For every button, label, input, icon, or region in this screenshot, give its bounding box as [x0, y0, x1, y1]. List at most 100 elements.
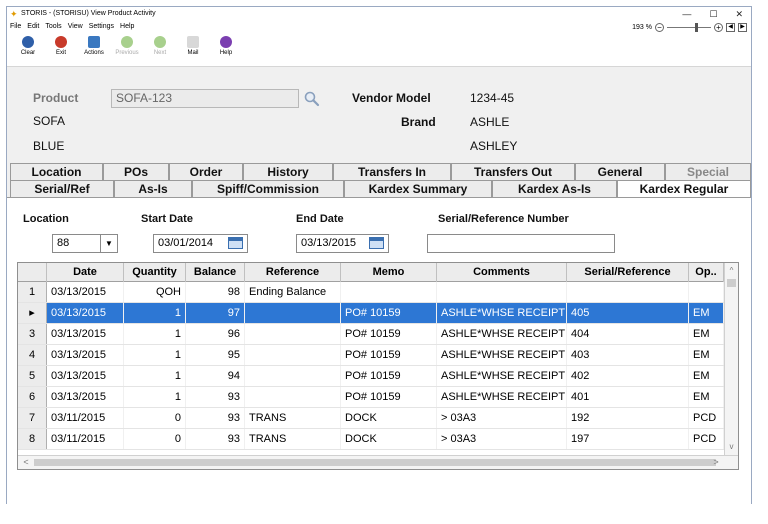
cell-op[interactable]: EM [689, 387, 724, 407]
menu-view[interactable]: View [68, 21, 83, 33]
tab-kardex-regular[interactable]: Kardex Regular [617, 180, 751, 198]
cell-memo[interactable]: DOCK [341, 429, 437, 449]
menu-file[interactable]: File [10, 21, 21, 33]
vertical-scrollbar[interactable]: ^ v [724, 263, 738, 455]
cell-op[interactable]: EM [689, 324, 724, 344]
column-header-op[interactable]: Op.. [689, 263, 724, 282]
tab-general[interactable]: General [575, 163, 665, 180]
cell-date[interactable]: 03/13/2015 [47, 303, 124, 323]
tab-transfers-in[interactable]: Transfers In [333, 163, 451, 180]
tab-spiff-commission[interactable]: Spiff/Commission [192, 180, 344, 197]
scroll-left-icon[interactable]: < [20, 456, 32, 469]
cell-memo[interactable]: PO# 10159 [341, 324, 437, 344]
cell-op[interactable]: EM [689, 366, 724, 386]
calendar-icon[interactable] [228, 237, 243, 249]
cell-reference[interactable] [245, 366, 341, 386]
tab-special[interactable]: Special [665, 163, 751, 180]
table-row[interactable]: 7 03/11/2015 0 93 TRANS DOCK > 03A3 192 … [18, 408, 724, 429]
cell-quantity[interactable]: 1 [124, 345, 186, 365]
column-header-balance[interactable]: Balance [186, 263, 245, 282]
mail-button[interactable]: Mail [176, 36, 210, 56]
cell-balance[interactable]: 95 [186, 345, 245, 365]
menu-settings[interactable]: Settings [89, 21, 114, 33]
tab-kardex-summary[interactable]: Kardex Summary [344, 180, 492, 197]
cell-serial-reference[interactable]: 192 [567, 408, 689, 428]
row-header[interactable]: 7 [18, 408, 47, 428]
nav-next-button[interactable]: ▶ [738, 23, 747, 32]
zoom-slider[interactable] [667, 23, 711, 32]
cell-memo[interactable]: PO# 10159 [341, 303, 437, 323]
row-header[interactable]: 5 [18, 366, 47, 386]
cell-comments[interactable]: ASHLE*WHSE RECEIPT [437, 366, 567, 386]
cell-date[interactable]: 03/13/2015 [47, 387, 124, 407]
cell-balance[interactable]: 98 [186, 282, 245, 302]
clear-button[interactable]: Clear [11, 36, 45, 56]
cell-quantity[interactable]: 1 [124, 387, 186, 407]
cell-balance[interactable]: 96 [186, 324, 245, 344]
scroll-up-icon[interactable]: ^ [725, 265, 738, 277]
cell-serial-reference[interactable]: 403 [567, 345, 689, 365]
horizontal-scroll-thumb[interactable] [34, 459, 716, 466]
column-header-serial-reference[interactable]: Serial/Reference [567, 263, 689, 282]
column-header-reference[interactable]: Reference [245, 263, 341, 282]
cell-balance[interactable]: 93 [186, 429, 245, 449]
row-header[interactable]: 1 [18, 282, 47, 302]
zoom-out-button[interactable]: − [655, 23, 664, 32]
vertical-scroll-thumb[interactable] [727, 279, 736, 287]
search-icon[interactable] [303, 90, 321, 108]
cell-serial-reference[interactable]: 405 [567, 303, 689, 323]
cell-reference[interactable] [245, 324, 341, 344]
tab-order[interactable]: Order [169, 163, 243, 180]
tab-pos[interactable]: POs [103, 163, 169, 180]
cell-comments[interactable]: ASHLE*WHSE RECEIPT [437, 387, 567, 407]
cell-reference[interactable] [245, 303, 341, 323]
cell-date[interactable]: 03/13/2015 [47, 282, 124, 302]
cell-date[interactable]: 03/11/2015 [47, 408, 124, 428]
horizontal-scrollbar[interactable]: < > [18, 455, 738, 469]
cell-reference[interactable] [245, 345, 341, 365]
cell-balance[interactable]: 97 [186, 303, 245, 323]
cell-memo[interactable]: PO# 10159 [341, 366, 437, 386]
minimize-button[interactable]: — [682, 7, 691, 21]
cell-serial-reference[interactable]: 197 [567, 429, 689, 449]
column-header-quantity[interactable]: Quantity [124, 263, 186, 282]
row-header[interactable]: 3 [18, 324, 47, 344]
row-header[interactable]: 4 [18, 345, 47, 365]
cell-serial-reference[interactable]: 404 [567, 324, 689, 344]
cell-memo[interactable]: PO# 10159 [341, 387, 437, 407]
cell-comments[interactable]: ASHLE*WHSE RECEIPT [437, 324, 567, 344]
cell-date[interactable]: 03/13/2015 [47, 366, 124, 386]
table-row[interactable]: 6 03/13/2015 1 93 PO# 10159 ASHLE*WHSE R… [18, 387, 724, 408]
table-row[interactable]: 3 03/13/2015 1 96 PO# 10159 ASHLE*WHSE R… [18, 324, 724, 345]
table-row-selected[interactable]: ▸ 03/13/2015 1 97 PO# 10159 ASHLE*WHSE R… [18, 303, 724, 324]
tab-serial-ref[interactable]: Serial/Ref [10, 180, 114, 197]
nav-prev-button[interactable]: ◀ [726, 23, 735, 32]
cell-date[interactable]: 03/13/2015 [47, 345, 124, 365]
menu-tools[interactable]: Tools [45, 21, 61, 33]
cell-balance[interactable]: 93 [186, 387, 245, 407]
cell-date[interactable]: 03/11/2015 [47, 429, 124, 449]
tab-as-is[interactable]: As-Is [114, 180, 192, 197]
cell-quantity[interactable]: 1 [124, 324, 186, 344]
cell-balance[interactable]: 94 [186, 366, 245, 386]
table-row[interactable]: 5 03/13/2015 1 94 PO# 10159 ASHLE*WHSE R… [18, 366, 724, 387]
row-header[interactable]: 8 [18, 429, 47, 449]
menu-edit[interactable]: Edit [27, 21, 39, 33]
scroll-right-icon[interactable]: > [710, 456, 722, 469]
scroll-down-icon[interactable]: v [725, 441, 738, 453]
cell-date[interactable]: 03/13/2015 [47, 324, 124, 344]
cell-memo[interactable]: PO# 10159 [341, 345, 437, 365]
cell-memo[interactable]: DOCK [341, 408, 437, 428]
location-select[interactable]: 88 ▼ [52, 234, 118, 253]
cell-quantity[interactable]: 0 [124, 429, 186, 449]
table-row[interactable]: 8 03/11/2015 0 93 TRANS DOCK > 03A3 197 … [18, 429, 724, 450]
cell-serial-reference[interactable]: 401 [567, 387, 689, 407]
tab-history[interactable]: History [243, 163, 333, 180]
tab-kardex-as-is[interactable]: Kardex As-Is [492, 180, 617, 197]
cell-reference[interactable]: TRANS [245, 429, 341, 449]
close-button[interactable]: ✕ [735, 7, 743, 21]
previous-button[interactable]: Previous [110, 36, 144, 56]
chevron-down-icon[interactable]: ▼ [100, 235, 117, 252]
cell-comments[interactable]: ASHLE*WHSE RECEIPT [437, 345, 567, 365]
maximize-button[interactable]: ☐ [709, 7, 717, 21]
